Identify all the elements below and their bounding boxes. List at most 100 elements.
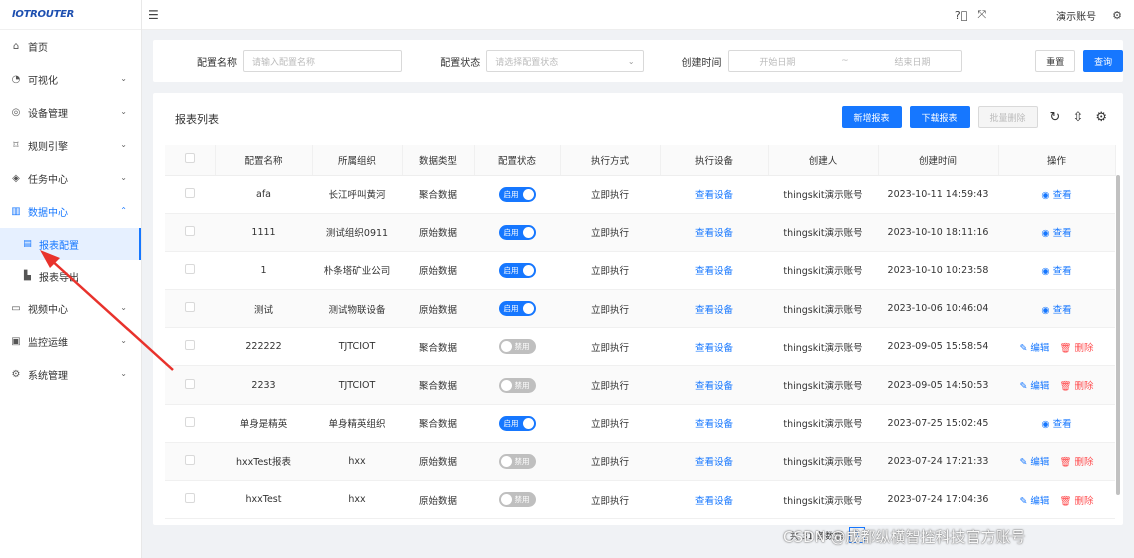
cell-mode: 立即执行: [560, 289, 660, 329]
cell-name: 2233: [215, 365, 312, 405]
sidebar-item-data-center[interactable]: ▥ 数据中心 ⌃: [0, 195, 141, 228]
monitor-icon: ▣: [11, 336, 21, 347]
status-switch[interactable]: 启用: [498, 186, 536, 202]
sidebar-item-tasks[interactable]: ◈ 任务中心 ⌄: [0, 162, 141, 195]
add-report-button[interactable]: 新增报表: [841, 106, 902, 128]
column-header: 所属组织: [312, 145, 403, 176]
view-device-link[interactable]: 查看设备: [695, 419, 733, 430]
table-scrollbar[interactable]: [1116, 175, 1120, 495]
view-device-link[interactable]: 查看设备: [695, 266, 733, 277]
reset-button[interactable]: 重置: [1035, 50, 1076, 72]
sidebar-item-video[interactable]: ▭ 视频中心 ⌄: [0, 292, 141, 325]
view-device-link[interactable]: 查看设备: [695, 381, 733, 392]
status-switch[interactable]: 启用: [498, 224, 536, 240]
select-all-checkbox[interactable]: [165, 145, 216, 176]
delete-button[interactable]: 🗑 删除: [1059, 340, 1093, 354]
view-device-link[interactable]: 查看设备: [695, 228, 733, 239]
config-name-input[interactable]: 请输入配置名称: [243, 50, 403, 72]
view-button[interactable]: ◉ 查看: [1041, 416, 1071, 430]
fullscreen-icon[interactable]: ⤧: [977, 8, 986, 22]
edit-button[interactable]: ✎ 编辑: [1019, 454, 1049, 468]
dashboard-icon: ◔: [11, 74, 21, 85]
view-device-link[interactable]: 查看设备: [695, 305, 733, 316]
download-report-button[interactable]: 下载报表: [909, 106, 970, 128]
delete-button[interactable]: 🗑 删除: [1059, 493, 1093, 507]
batch-delete-button[interactable]: 批量删除: [977, 106, 1038, 128]
row-checkbox[interactable]: [165, 442, 215, 482]
status-switch[interactable]: 禁用: [498, 453, 536, 469]
row-checkbox[interactable]: [165, 213, 215, 252]
row-checkbox[interactable]: [165, 404, 215, 443]
cell-device: 查看设备: [660, 251, 768, 291]
cell-status: 禁用: [474, 480, 560, 520]
row-checkbox[interactable]: [165, 365, 215, 405]
view-device-link[interactable]: 查看设备: [695, 343, 733, 354]
view-label: 查看: [1052, 228, 1072, 240]
view-label: 查看: [1052, 266, 1072, 278]
row-checkbox[interactable]: [165, 251, 215, 291]
help-icon[interactable]: ?⃝: [955, 9, 967, 22]
edit-button[interactable]: ✎ 编辑: [1019, 378, 1049, 392]
sidebar-item-visualization[interactable]: ◔ 可视化 ⌄: [0, 63, 141, 96]
table-toolbar: 新增报表 下载报表 批量删除 ↻ ⇳ ⚙: [841, 106, 1107, 128]
query-button[interactable]: 查询: [1083, 50, 1123, 72]
eye-icon: ◉: [1041, 228, 1053, 240]
sidebar-subitem-report-config[interactable]: ▤ 报表配置: [0, 228, 141, 260]
cell-type: 聚合数据: [402, 175, 474, 214]
view-button[interactable]: ◉ 查看: [1041, 187, 1071, 201]
status-switch[interactable]: 启用: [498, 262, 536, 278]
column-header: 配置状态: [474, 145, 561, 176]
row-checkbox[interactable]: [165, 480, 215, 520]
edit-button[interactable]: ✎ 编辑: [1019, 493, 1049, 507]
trash-icon: 🗑: [1059, 381, 1075, 393]
date-range-picker[interactable]: 开始日期 ~ 结束日期: [727, 50, 963, 72]
view-button[interactable]: ◉ 查看: [1041, 302, 1071, 316]
cell-mode: 立即执行: [560, 175, 660, 214]
view-device-link[interactable]: 查看设备: [695, 496, 733, 507]
bar-chart-icon: ▙: [24, 271, 31, 281]
status-switch[interactable]: 禁用: [498, 492, 536, 508]
menu-fold-icon[interactable]: ☰: [148, 8, 159, 22]
trash-icon: 🗑: [1059, 495, 1075, 507]
sidebar-item-monitoring[interactable]: ▣ 监控运维 ⌄: [0, 325, 141, 358]
sidebar-item-devices[interactable]: ◎ 设备管理 ⌄: [0, 96, 141, 129]
edit-button[interactable]: ✎ 编辑: [1019, 340, 1049, 354]
status-switch[interactable]: 禁用: [498, 377, 536, 393]
delete-button[interactable]: 🗑 删除: [1059, 378, 1093, 392]
settings-icon[interactable]: ⚙: [1095, 110, 1107, 125]
config-status-select[interactable]: 请选择配置状态 ⌄: [486, 50, 644, 72]
rule-icon: ⌑: [13, 140, 19, 151]
sidebar-item-home[interactable]: ⌂ 首页: [0, 30, 141, 63]
row-checkbox[interactable]: [165, 327, 215, 367]
account-name[interactable]: 演示账号: [1056, 8, 1096, 23]
status-switch[interactable]: 禁用: [498, 339, 536, 355]
cell-name: 1: [215, 251, 312, 291]
gear-icon[interactable]: ⚙: [1112, 9, 1122, 22]
column-height-icon[interactable]: ⇳: [1072, 110, 1083, 125]
sidebar-subitem-report-export[interactable]: ▙ 报表导出: [0, 260, 141, 292]
cell-time: 2023-09-05 14:50:53: [878, 365, 998, 405]
cell-device: 查看设备: [660, 365, 768, 405]
refresh-icon[interactable]: ↻: [1050, 110, 1061, 125]
sidebar-subitem-label: 报表配置: [39, 240, 79, 252]
edit-label: 编辑: [1030, 342, 1050, 354]
view-device-link[interactable]: 查看设备: [695, 457, 733, 468]
row-checkbox[interactable]: [165, 289, 215, 329]
sidebar-item-rules[interactable]: ⌑ 规则引擎 ⌄: [0, 129, 141, 162]
table-row: 2233 TJTCIOT 聚合数据 禁用 立即执行 查看设备 thingskit演示账号 20…: [165, 365, 1115, 405]
view-device-link[interactable]: 查看设备: [695, 190, 733, 201]
chevron-down-icon: ⌄: [120, 173, 127, 182]
status-switch[interactable]: 启用: [498, 301, 536, 317]
cell-device: 查看设备: [660, 404, 768, 443]
cell-time: 2023-10-11 14:59:43: [878, 175, 998, 214]
sidebar-item-label: 系统管理: [28, 371, 68, 382]
delete-button[interactable]: 🗑 删除: [1059, 454, 1093, 468]
status-switch[interactable]: 启用: [498, 415, 536, 431]
sidebar-item-label: 规则引擎: [28, 142, 68, 153]
table-row: 222222 TJTCIOT 聚合数据 禁用 立即执行 查看设备 thingskit演示账号…: [165, 327, 1115, 367]
view-button[interactable]: ◉ 查看: [1041, 263, 1071, 277]
row-checkbox[interactable]: [165, 175, 215, 214]
sidebar-item-system[interactable]: ⚙ 系统管理 ⌄: [0, 358, 141, 391]
view-button[interactable]: ◉ 查看: [1041, 225, 1071, 239]
report-list-card: 报表列表 新增报表 下载报表 批量删除 ↻ ⇳ ⚙ 配置名称 所属组织 数据类型…: [153, 93, 1123, 525]
